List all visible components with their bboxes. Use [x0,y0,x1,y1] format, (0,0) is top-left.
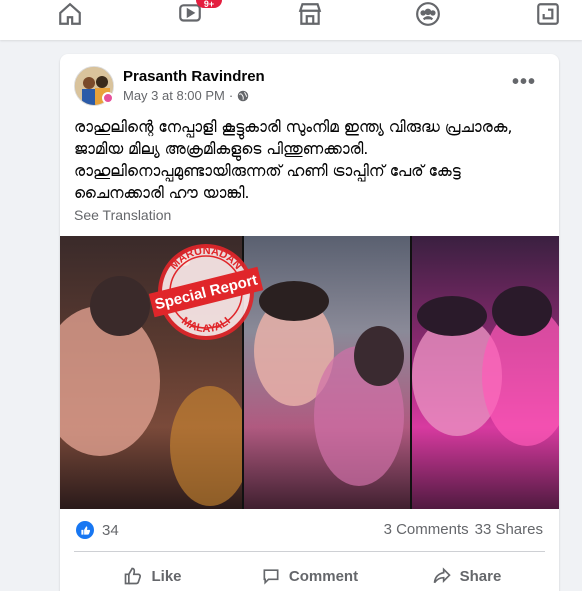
like-reaction-icon [76,521,94,539]
image-panel-2 [244,236,410,509]
comment-icon [263,569,279,585]
image-panel-3 [411,236,559,509]
gaming-icon[interactable] [528,0,568,28]
post-image[interactable]: MARUNADAN MALAYALI Special Report [60,236,559,509]
share-label: Share [459,567,502,585]
home-icon[interactable] [50,0,90,28]
more-options-button[interactable]: ••• [512,72,536,92]
see-translation-link[interactable]: See Translation [74,207,171,223]
post-timestamp[interactable]: May 3 at 8:00 PM [123,88,225,103]
engagement-counts: 3 Comments 33 Shares [384,521,543,538]
post-meta: May 3 at 8:00 PM · [123,88,249,103]
comment-button[interactable]: Comment [231,558,388,591]
post-actions: Like Comment Share [74,558,545,591]
post-text: രാഹുലിന്റെ നേപ്പാളി കൂട്ടുകാരി സുംനിമ ഇന… [74,118,513,202]
share-button[interactable]: Share [388,558,545,591]
reactions-count: 34 [102,521,119,539]
status-badge [102,92,114,104]
shares-count[interactable]: 33 Shares [475,521,543,538]
share-icon [433,567,451,584]
groups-icon[interactable] [408,0,448,28]
special-report-stamp-logo: MARUNADAN MALAYALI Special Report [148,244,264,340]
globe-icon [237,90,249,101]
comments-count[interactable]: 3 Comments [384,521,469,538]
top-navigation-bar: 9+ [0,0,582,40]
reactions-summary[interactable]: 34 [76,521,119,539]
meta-separator: · [228,88,234,103]
thumbs-up-icon [125,567,142,585]
comment-label: Comment [288,567,359,585]
watch-notification-badge: 9+ [196,0,222,8]
like-button[interactable]: Like [74,558,231,591]
post-card: Prasanth Ravindren May 3 at 8:00 PM · ••… [60,54,559,591]
author-name[interactable]: Prasanth Ravindren [123,68,265,85]
store-icon[interactable] [290,0,330,28]
divider [74,551,545,552]
like-label: Like [151,567,182,585]
